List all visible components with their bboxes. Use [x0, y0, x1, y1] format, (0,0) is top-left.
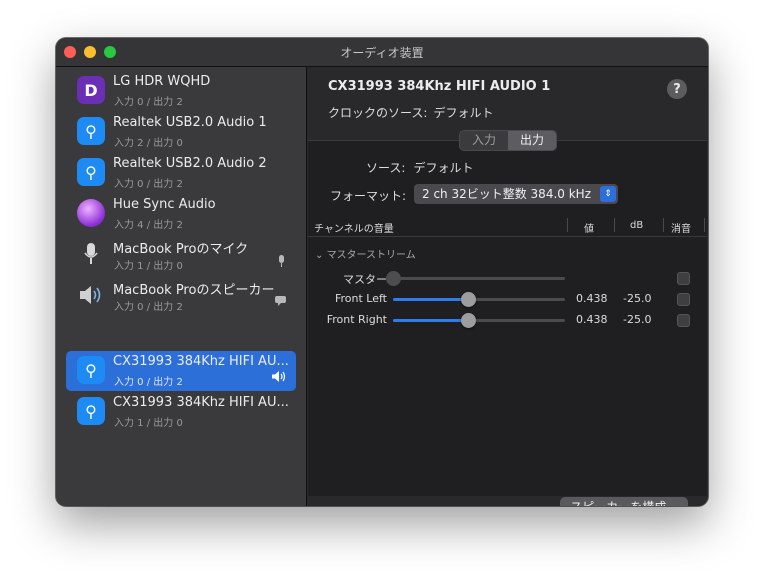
channel-db: -25.0: [623, 313, 652, 326]
device-name: CX31993 384Khz HIFI AU...: [113, 395, 288, 410]
device-name: CX31993 384Khz HIFI AU...: [113, 354, 288, 369]
device-name: MacBook Proのスピーカー: [113, 283, 275, 298]
device-name: Realtek USB2.0 Audio 1: [113, 115, 267, 130]
tab-input[interactable]: 入力: [460, 131, 508, 150]
device-title: CX31993 384Khz HIFI AUDIO 1: [328, 79, 551, 94]
device-io: 入力 0 / 出力 2: [114, 302, 183, 313]
mute-checkbox[interactable]: [677, 314, 690, 327]
device-item-selected[interactable]: ⚲ CX31993 384Khz HIFI AU... 入力 0 / 出力 2: [66, 351, 296, 391]
device-item[interactable]: ⚲ CX31993 384Khz HIFI AU... 入力 1 / 出力 0: [66, 392, 296, 432]
channel-label: Front Left: [334, 292, 387, 305]
device-item[interactable]: ⚲ Realtek USB2.0 Audio 2 入力 0 / 出力 2: [66, 153, 296, 193]
device-io: 入力 1 / 出力 0: [114, 418, 183, 429]
device-name: LG HDR WQHD: [113, 74, 211, 89]
chevron-updown-icon: ⇕: [600, 186, 616, 202]
device-item[interactable]: D LG HDR WQHD 入力 0 / 出力 2: [66, 71, 296, 111]
source-row: ソース: デフォルト: [366, 159, 481, 176]
column-value: 値: [584, 224, 594, 235]
mute-checkbox[interactable]: [677, 293, 690, 306]
title-bar: オーディオ装置: [56, 38, 708, 67]
column-divider: [614, 218, 615, 232]
device-io: 入力 1 / 出力 0: [114, 261, 183, 272]
volume-slider[interactable]: [393, 313, 565, 328]
channel-db: -25.0: [623, 292, 652, 305]
volume-slider-knob[interactable]: [461, 313, 477, 328]
speaker-icon: [77, 281, 105, 309]
volume-slider-knob[interactable]: [461, 292, 477, 307]
device-io: 入力 0 / 出力 2: [114, 377, 183, 388]
clock-source-label: クロックのソース:: [328, 106, 428, 120]
device-item[interactable]: Hue Sync Audio 入力 4 / 出力 2: [66, 194, 296, 234]
channel-row: Front Right 0.438 -25.0: [308, 310, 707, 330]
device-item[interactable]: MacBook Proのスピーカー 入力 0 / 出力 2: [66, 276, 296, 316]
usb-icon: ⚲: [77, 356, 105, 384]
device-item[interactable]: ⚲ Realtek USB2.0 Audio 1 入力 2 / 出力 0: [66, 112, 296, 152]
channel-label: マスター: [343, 273, 387, 286]
device-name: MacBook Proのマイク: [113, 242, 249, 257]
stream-group[interactable]: ⌄ マスターストリーム: [315, 246, 416, 261]
output-panel: ソース: デフォルト フォーマット: 2 ch 32ビット整数 384.0 kHz…: [308, 140, 707, 496]
hue-bulb-icon: [77, 199, 105, 227]
device-io: 入力 2 / 出力 0: [114, 138, 183, 149]
channel-row: Front Left 0.438 -25.0: [308, 289, 707, 309]
default-output-speaker-icon: [272, 371, 286, 385]
format-popup[interactable]: 2 ch 32ビット整数 384.0 kHz ⇕: [414, 184, 618, 204]
column-divider: [567, 218, 568, 232]
help-button[interactable]: ?: [667, 79, 687, 99]
volume-slider-knob[interactable]: [386, 271, 401, 286]
device-name: Hue Sync Audio: [113, 197, 216, 212]
microphone-icon: [77, 240, 105, 268]
tab-output[interactable]: 出力: [508, 131, 556, 150]
channel-label: Front Right: [326, 313, 387, 326]
device-item[interactable]: MacBook Proのマイク 入力 1 / 出力 0: [66, 235, 296, 275]
device-list: D LG HDR WQHD 入力 0 / 出力 2 ⚲ Realtek USB2…: [56, 67, 307, 506]
format-label: フォーマット:: [330, 189, 407, 203]
window-title: オーディオ装置: [340, 46, 424, 60]
usb-icon: ⚲: [77, 117, 105, 145]
device-name: Realtek USB2.0 Audio 2: [113, 156, 267, 171]
format-value: 2 ch 32ビット整数 384.0 kHz: [422, 187, 591, 201]
mute-checkbox[interactable]: [677, 272, 690, 285]
device-io: 入力 0 / 出力 2: [114, 97, 183, 108]
column-divider: [663, 218, 664, 232]
device-io: 入力 4 / 出力 2: [114, 220, 183, 231]
volume-table-header: チャンネルの音量 値 dB 消音: [308, 214, 707, 237]
clock-source: クロックのソース: デフォルト: [328, 104, 499, 121]
io-tabs: 入力 出力: [459, 130, 557, 151]
stream-group-label: マスターストリーム: [326, 250, 416, 261]
column-mute: 消音: [671, 224, 691, 235]
channel-value: 0.438: [576, 313, 608, 326]
column-db: dB: [630, 220, 644, 231]
volume-slider-fill: [393, 319, 469, 322]
source-label: ソース:: [366, 161, 406, 175]
source-value: デフォルト: [413, 161, 474, 175]
device-io: 入力 0 / 出力 2: [114, 179, 183, 190]
volume-slider[interactable]: [386, 271, 565, 286]
device-detail: CX31993 384Khz HIFI AUDIO 1 ? クロックのソース: デ…: [307, 67, 708, 506]
default-input-icon: [277, 255, 286, 270]
column-channel: チャンネルの音量: [314, 224, 394, 235]
channel-row: マスター: [308, 268, 707, 288]
audio-midi-window: オーディオ装置 D LG HDR WQHD 入力 0 / 出力 2 ⚲ Real…: [56, 38, 708, 506]
channel-value: 0.438: [576, 292, 608, 305]
column-divider: [704, 218, 705, 232]
clock-source-value[interactable]: デフォルト: [433, 106, 493, 120]
usb-icon: ⚲: [77, 397, 105, 425]
configure-speakers-button[interactable]: スピーカーを構成...: [560, 497, 688, 506]
volume-slider[interactable]: [393, 292, 565, 307]
usb-icon: ⚲: [77, 158, 105, 186]
displayport-icon: D: [77, 76, 105, 104]
alert-bubble-icon: [275, 296, 286, 309]
volume-slider-fill: [393, 298, 469, 301]
